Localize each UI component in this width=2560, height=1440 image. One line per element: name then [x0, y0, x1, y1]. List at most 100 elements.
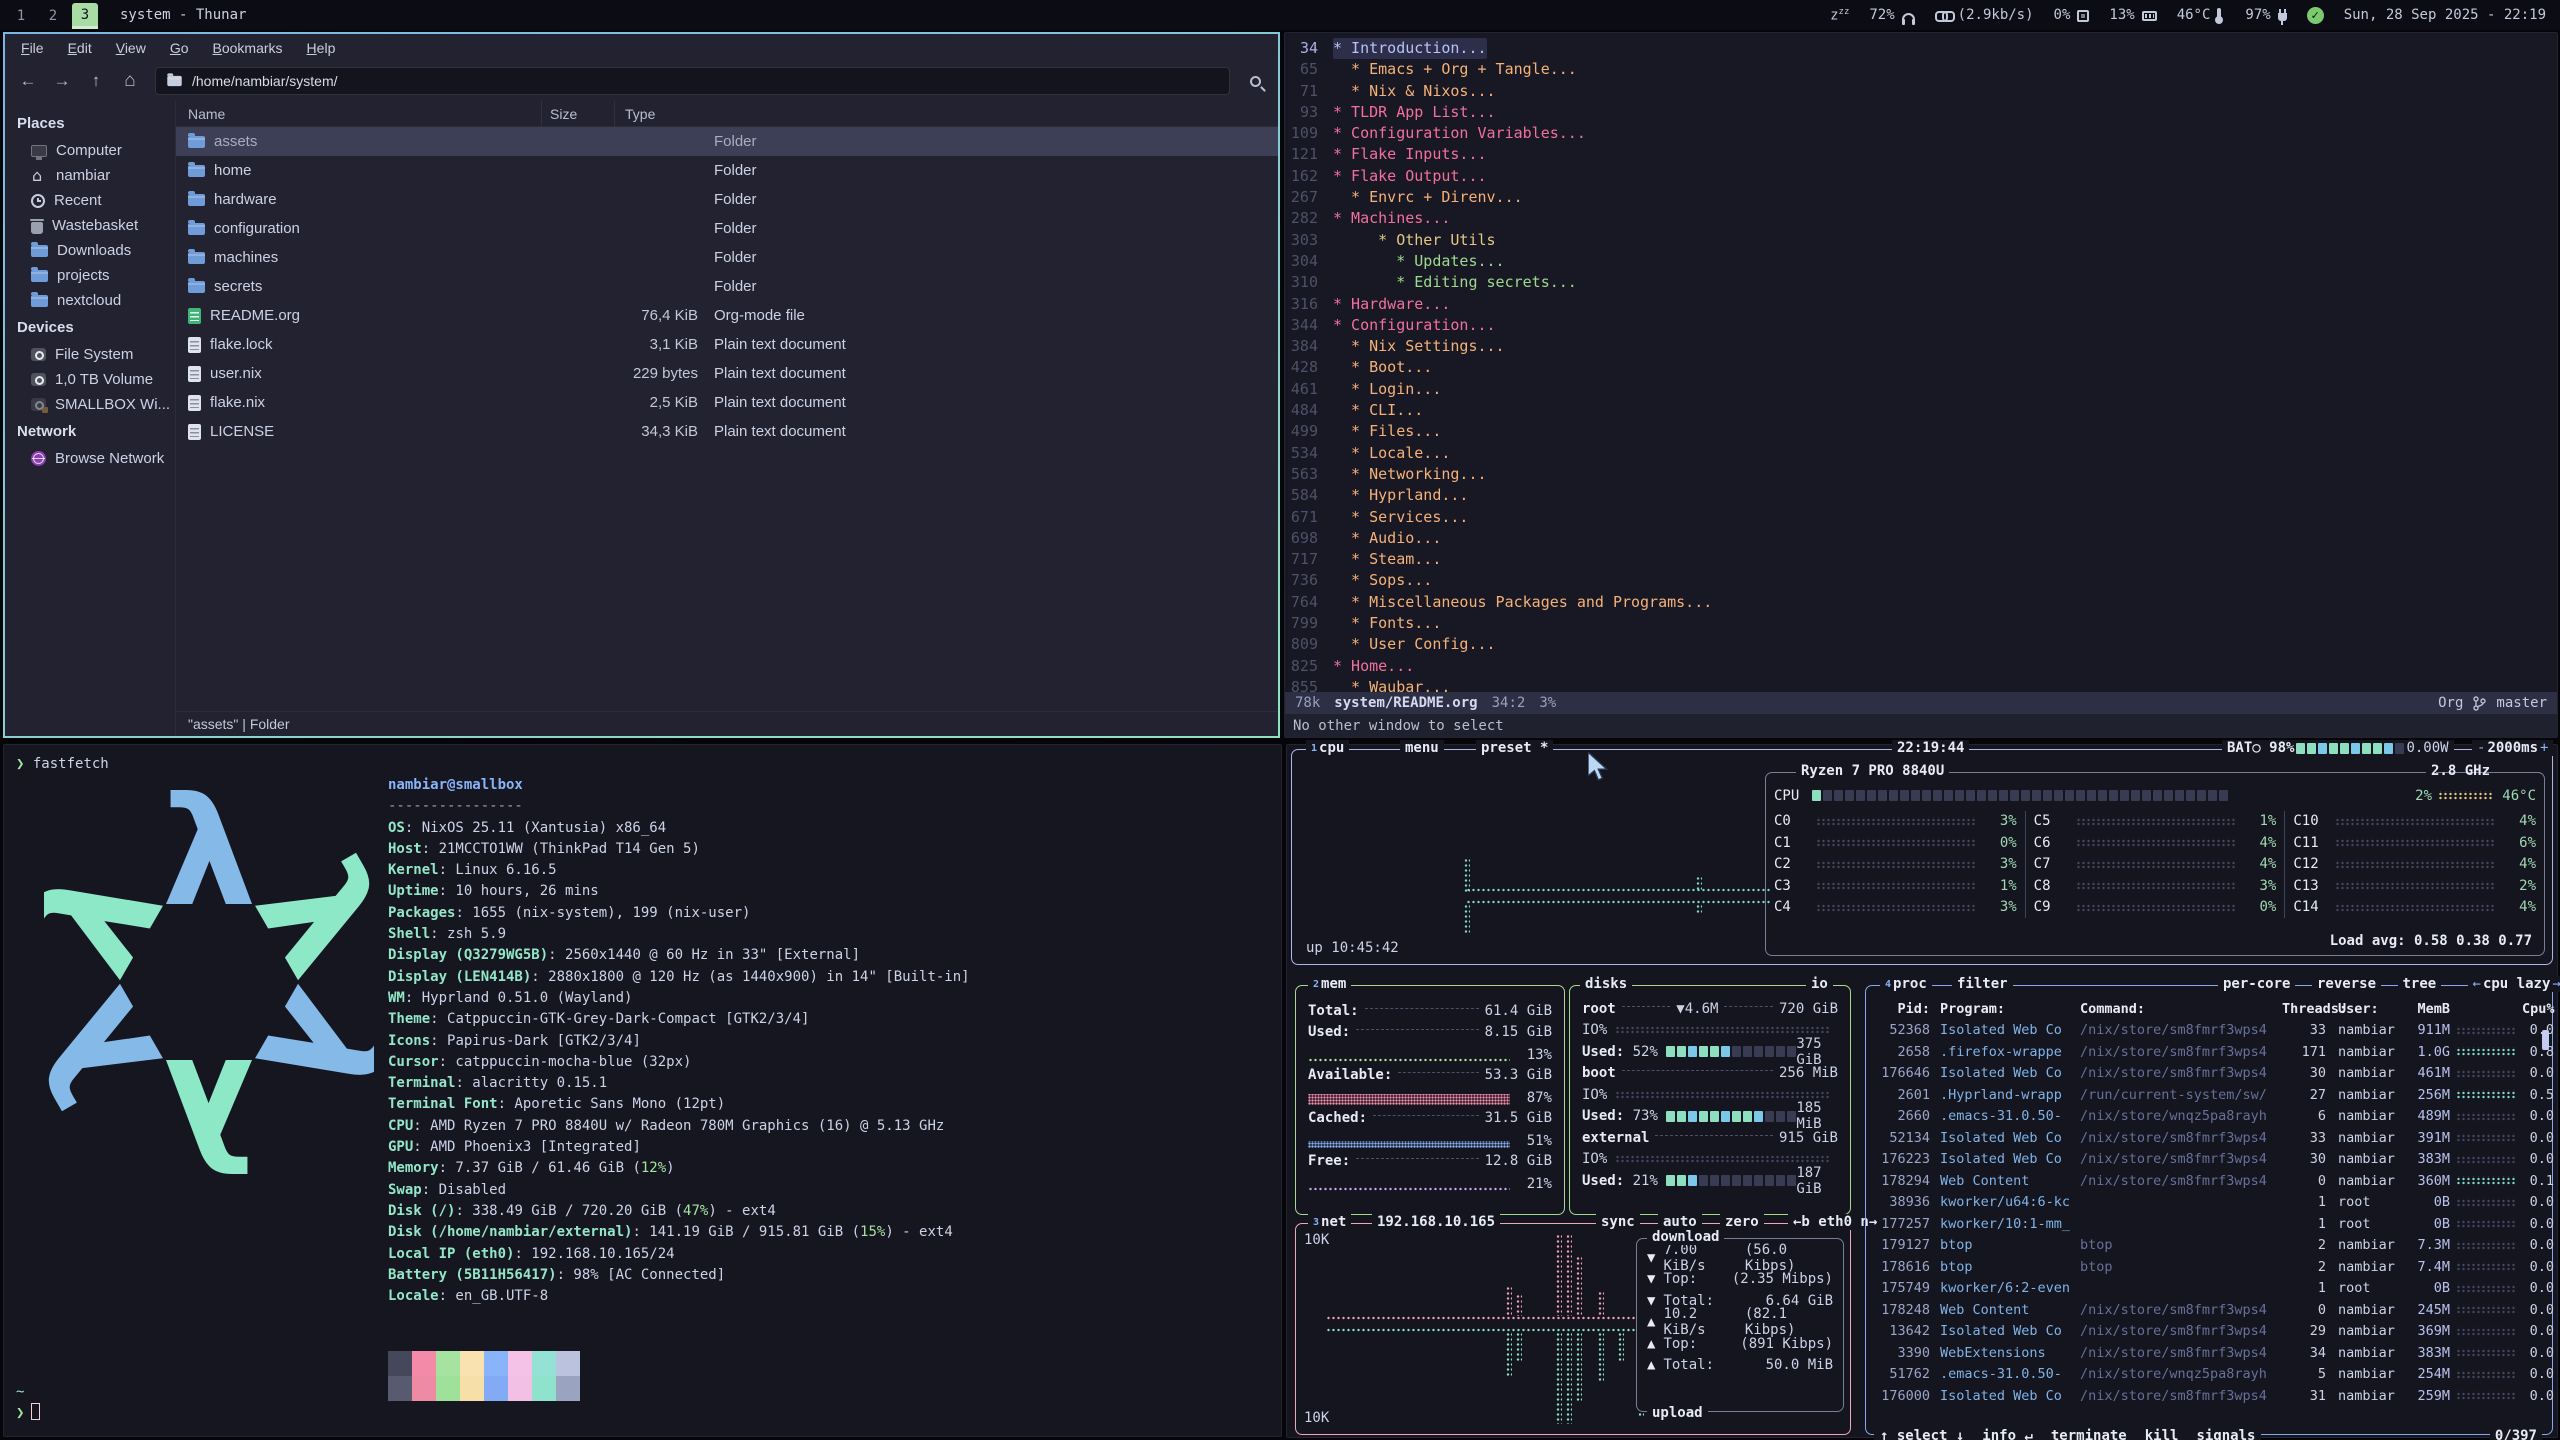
sidebar-item-computer[interactable]: Computer	[5, 138, 175, 163]
proc-button-tree[interactable]: tree	[2398, 976, 2442, 992]
file-row-readme-org[interactable]: README.org76,4 KiBOrg-mode file	[176, 301, 1278, 330]
net-button-zero[interactable]: zero	[1720, 1214, 1764, 1230]
cpu-button-menu[interactable]: menu	[1400, 740, 1444, 756]
sidebar-item-browse-network[interactable]: Browse Network	[5, 446, 175, 471]
proc-header-mem[interactable]: MemB	[2404, 1001, 2450, 1017]
sidebar-item-nextcloud[interactable]: nextcloud	[5, 288, 175, 313]
waybar-module-cpu[interactable]: 0%	[2054, 7, 2090, 23]
waybar-module-battery[interactable]: 97%	[2245, 7, 2286, 23]
proc-button-reverse[interactable]: reverse	[2312, 976, 2381, 992]
sidebar-item-recent[interactable]: Recent	[5, 188, 175, 213]
net-button-sync[interactable]: sync	[1596, 1214, 1640, 1230]
waybar-module-temperature[interactable]: 46°C	[2177, 7, 2226, 23]
proc-key-kill[interactable]: kill	[2145, 1428, 2179, 1440]
file-row-hardware[interactable]: hardwareFolder	[176, 185, 1278, 214]
file-row-assets[interactable]: assetsFolder	[176, 127, 1278, 156]
proc-row-2660[interactable]: 2660.emacs-31.0.50-/nix/store/wnqz5pa8ra…	[1866, 1106, 2552, 1128]
proc-row-178294[interactable]: 178294Web Content/nix/store/sm8fmrf3wps4…	[1866, 1170, 2552, 1192]
waybar-module-clock[interactable]: Sun, 28 Sep 2025 - 22:19	[2344, 7, 2546, 23]
workspace-button-3[interactable]: 3	[72, 3, 98, 29]
proc-row-2658[interactable]: 2658.firefox-wrappe/nix/store/sm8fmrf3wp…	[1866, 1041, 2552, 1063]
proc-row-52368[interactable]: 52368Isolated Web Co/nix/store/sm8fmrf3w…	[1866, 1020, 2552, 1042]
proc-row-3390[interactable]: 3390WebExtensions/nix/store/sm8fmrf3wps4…	[1866, 1342, 2552, 1364]
disks-io-tag[interactable]: io	[1806, 976, 1833, 992]
proc-row-13642[interactable]: 13642Isolated Web Co/nix/store/sm8fmrf3w…	[1866, 1321, 2552, 1343]
proc-row-178616[interactable]: 178616btopbtop2nambiar7.4M0.0	[1866, 1256, 2552, 1278]
sidebar-item-wastebasket[interactable]: Wastebasket	[5, 213, 175, 238]
proc-scrollbar-thumb[interactable]	[2542, 1030, 2549, 1050]
file-row-user-nix[interactable]: user.nix229 bytesPlain text document	[176, 359, 1278, 388]
column-header-name[interactable]: Name	[176, 101, 542, 126]
shell-prompt[interactable]: ❯	[16, 1403, 40, 1424]
proc-header-pid[interactable]: Pid:	[1874, 1001, 1930, 1017]
refresh-rate-control[interactable]: - 2000ms +	[2472, 740, 2553, 756]
proc-row-51762[interactable]: 51762.emacs-31.0.50-/nix/store/wnqz5pa8r…	[1866, 1364, 2552, 1386]
proc-key-info[interactable]: info ↵	[1982, 1428, 2033, 1440]
file-row-home[interactable]: homeFolder	[176, 156, 1278, 185]
proc-header-user[interactable]: User:	[2326, 1001, 2404, 1017]
proc-key-select[interactable]: ↑ select ↓	[1880, 1428, 1964, 1440]
sidebar-item-nambiar[interactable]: nambiar	[5, 163, 175, 188]
proc-row-177257[interactable]: 177257kworker/10:1-mm_1root0B0.0	[1866, 1213, 2552, 1235]
sidebar-item-1-0-tb-volume[interactable]: 1,0 TB Volume	[5, 367, 175, 392]
search-button[interactable]	[1240, 67, 1270, 95]
proc-row-179127[interactable]: 179127btopbtop2nambiar7.3M0.0	[1866, 1235, 2552, 1257]
proc-row-52134[interactable]: 52134Isolated Web Co/nix/store/sm8fmrf3w…	[1866, 1127, 2552, 1149]
org-heading: * Waubar...	[1333, 677, 1450, 692]
file-row-license[interactable]: LICENSE34,3 KiBPlain text document	[176, 417, 1278, 446]
file-row-flake-nix[interactable]: flake.nix2,5 KiBPlain text document	[176, 388, 1278, 417]
waybar-module-status[interactable]	[2307, 7, 2324, 24]
net-button-auto[interactable]: auto	[1658, 1214, 1702, 1230]
sidebar-item-file-system[interactable]: File System	[5, 342, 175, 367]
file-row-flake-lock[interactable]: flake.lock3,1 KiBPlain text document	[176, 330, 1278, 359]
waybar-module-memory[interactable]: 13%	[2109, 7, 2156, 23]
column-header-type[interactable]: Type	[615, 101, 1278, 126]
proc-header-command[interactable]: Command:	[2080, 1001, 2282, 1017]
palette-swatch	[556, 1351, 580, 1376]
proc-nav[interactable]: ← cpu lazy →	[2468, 976, 2560, 992]
proc-header-cpu[interactable]: Cpu%	[2522, 1001, 2554, 1017]
menu-file[interactable]: File	[21, 40, 44, 56]
cpu-button-preset[interactable]: preset *	[1476, 740, 1553, 756]
emacs-buffer[interactable]: 34* Introduction...65* Emacs + Org + Tan…	[1285, 38, 2557, 692]
proc-filter-button[interactable]: filter	[1952, 976, 2013, 992]
file-row-configuration[interactable]: configurationFolder	[176, 214, 1278, 243]
file-row-machines[interactable]: machinesFolder	[176, 243, 1278, 272]
terminal-window[interactable]: ❯ fastfetch λ λ λ λ λ λ nambiar@smallbox…	[3, 744, 1282, 1437]
org-heading-line: 93* TLDR App List...	[1285, 102, 2557, 123]
waybar-modules: zzz 72% (2.9kb/s) 0% 13% 46°C 97% Sun, 28 Sep 2…	[1830, 7, 2546, 24]
forward-button[interactable]	[47, 67, 77, 95]
proc-row-175749[interactable]: 175749kworker/6:2-even1root0B0.0	[1866, 1278, 2552, 1300]
proc-row-178248[interactable]: 178248Web Content/nix/store/sm8fmrf3wps4…	[1866, 1299, 2552, 1321]
workspace-button-1[interactable]: 1	[8, 3, 34, 29]
proc-row-176223[interactable]: 176223Isolated Web Co/nix/store/sm8fmrf3…	[1866, 1149, 2552, 1171]
proc-key-signals[interactable]: signals	[2196, 1428, 2255, 1440]
up-button[interactable]	[81, 67, 111, 95]
file-row-secrets[interactable]: secretsFolder	[176, 272, 1278, 301]
proc-header-program[interactable]: Program:	[1930, 1001, 2080, 1017]
proc-row-176000[interactable]: 176000Isolated Web Co/nix/store/sm8fmrf3…	[1866, 1385, 2552, 1407]
workspace-button-2[interactable]: 2	[40, 3, 66, 29]
proc-row-176646[interactable]: 176646Isolated Web Co/nix/store/sm8fmrf3…	[1866, 1063, 2552, 1085]
back-button[interactable]	[13, 67, 43, 95]
proc-row-2601[interactable]: 2601.Hyprland-wrapp/run/current-system/s…	[1866, 1084, 2552, 1106]
waybar-module-network[interactable]: (2.9kb/s)	[1935, 7, 2034, 23]
menu-view[interactable]: View	[116, 40, 146, 56]
proc-key-terminate[interactable]: terminate	[2051, 1428, 2127, 1440]
waybar-module-idle-inhibitor[interactable]: zzz	[1830, 7, 1849, 24]
proc-button-per-core[interactable]: per-core	[2218, 976, 2295, 992]
menu-help[interactable]: Help	[307, 40, 336, 56]
menu-edit[interactable]: Edit	[68, 40, 92, 56]
sidebar-item-downloads[interactable]: Downloads	[5, 238, 175, 263]
proc-user: nambiar	[2326, 1388, 2404, 1404]
sidebar-item-projects[interactable]: projects	[5, 263, 175, 288]
sidebar-item-smallbox-wi-[interactable]: SMALLBOX Wi...	[5, 392, 175, 417]
column-header-size[interactable]: Size	[542, 101, 615, 126]
path-bar[interactable]: /home/nambiar/system/	[155, 67, 1230, 95]
menu-go[interactable]: Go	[170, 40, 189, 56]
waybar-module-audio[interactable]: 72%	[1869, 7, 1914, 23]
proc-row-38936[interactable]: 38936kworker/u64:6-kc1root0B0.0	[1866, 1192, 2552, 1214]
proc-header-threads[interactable]: Threads:	[2282, 1001, 2326, 1017]
home-button[interactable]	[115, 67, 145, 95]
menu-bookmarks[interactable]: Bookmarks	[213, 40, 283, 56]
